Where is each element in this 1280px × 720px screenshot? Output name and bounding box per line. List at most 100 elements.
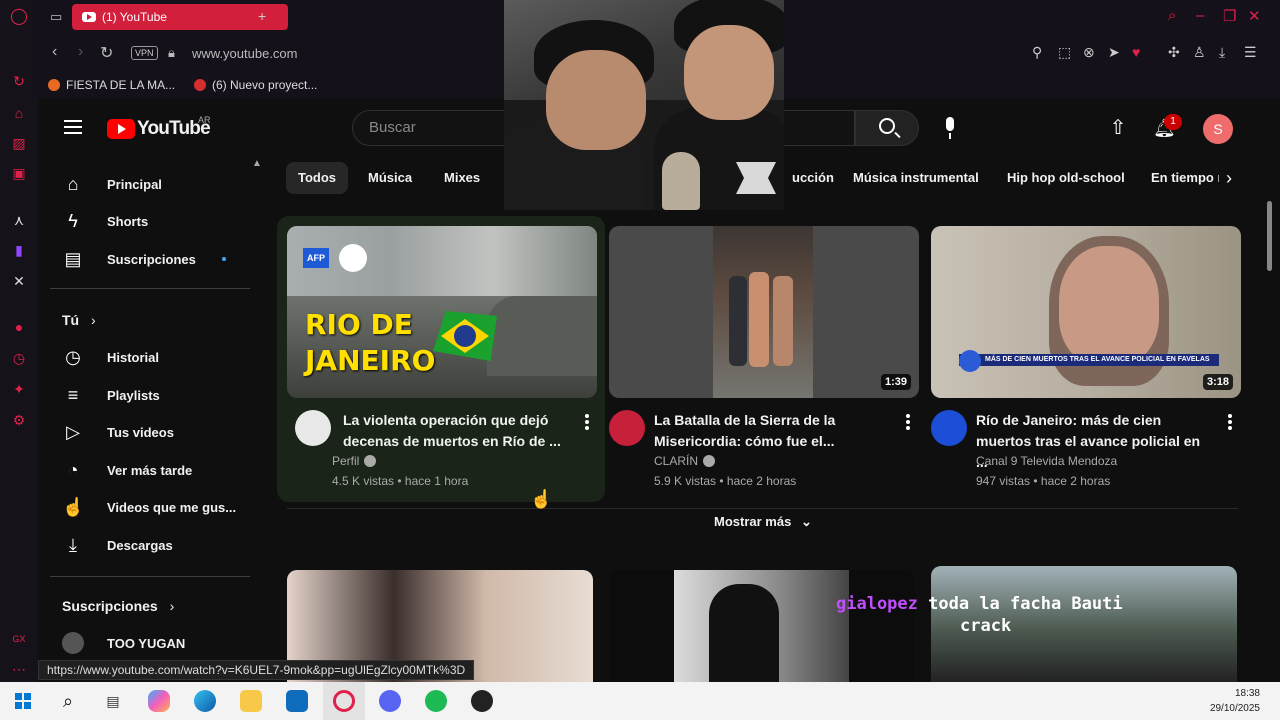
gx-cleaner-icon[interactable]: ▨ [10, 134, 28, 152]
history-rail-icon[interactable]: ◷ [10, 349, 28, 367]
chip-produccion[interactable]: ucción [780, 162, 846, 194]
back-icon[interactable]: ‹ [52, 43, 57, 61]
arc-icon[interactable]: ⋏ [10, 211, 28, 229]
new-tab-icon[interactable]: + [258, 8, 266, 24]
chip-hip-hop-old-school[interactable]: Hip hop old-school [995, 162, 1137, 194]
channel-avatar[interactable] [609, 410, 645, 446]
minimize-icon[interactable]: – [1196, 7, 1204, 24]
file-explorer-icon[interactable] [240, 690, 262, 712]
bookmark-item[interactable]: (6) Nuevo proyect... [194, 78, 317, 92]
more-rail-icon[interactable]: ⋯ [10, 660, 28, 678]
sidebar-item-historial[interactable]: ◷ Historial [38, 338, 258, 376]
account-avatar[interactable]: S [1203, 114, 1233, 144]
sidebar-item-label: Tus videos [107, 424, 174, 440]
bookmark-favicon-icon [194, 79, 206, 91]
heart-icon[interactable]: ♥ [1132, 44, 1140, 60]
sidebar-item-liked-videos[interactable]: ☝ Videos que me gus... [38, 488, 258, 526]
more-options-icon[interactable] [585, 414, 589, 430]
x-icon[interactable]: ✕ [10, 272, 28, 290]
channel-name[interactable]: CLARÍN [654, 454, 716, 468]
snapshot-icon[interactable]: ⬚ [1058, 44, 1071, 61]
record-icon[interactable]: ● [10, 318, 28, 336]
edge-icon[interactable] [194, 690, 216, 712]
discord-icon[interactable] [379, 690, 401, 712]
video-title[interactable]: La Batalla de la Sierra de la Misericord… [654, 410, 882, 452]
more-options-icon[interactable] [1228, 414, 1232, 430]
pin-icon[interactable]: ⚲ [1032, 44, 1042, 61]
channel-name[interactable]: Perfil [332, 454, 377, 468]
youtube-logo[interactable]: YouTube [107, 118, 211, 140]
adblock-icon[interactable]: ⊗ [1083, 44, 1095, 61]
store-sign [726, 232, 806, 252]
search-taskbar-icon[interactable]: ⌕ [57, 690, 79, 712]
task-view-icon[interactable]: ▤ [102, 690, 124, 712]
sidebar-item-suscripciones[interactable]: ▤ Suscripciones [38, 240, 258, 278]
maximize-icon[interactable]: ❐ [1223, 7, 1236, 25]
twitch-icon[interactable]: ▮ [10, 241, 28, 259]
obs-icon[interactable] [471, 690, 493, 712]
tab-youtube[interactable]: (1) YouTube [72, 4, 288, 30]
divider [287, 508, 1238, 509]
lock-icon[interactable]: 🔒︎ [168, 45, 175, 61]
subscription-item[interactable]: TOO YUGAN [38, 624, 258, 662]
video-thumbnail[interactable]: MÁS DE CIEN MUERTOS TRAS EL AVANCE POLIC… [931, 226, 1241, 398]
sidebar-item-label: Historial [107, 349, 160, 365]
video-title[interactable]: La violenta operación que dejó decenas d… [343, 410, 571, 452]
profile-icon[interactable]: ♙ [1193, 44, 1206, 61]
sidebar-item-descargas[interactable]: ⤓ Descargas [38, 526, 258, 564]
sidebar-item-principal[interactable]: ⌂ Principal [38, 165, 258, 203]
bookmark-item[interactable]: FIESTA DE LA MA... [48, 78, 175, 92]
subscriptions-section-title[interactable]: Suscripciones › [62, 598, 174, 614]
windows-start-icon[interactable] [12, 690, 34, 712]
sidebar-item-shorts[interactable]: ϟ Shorts [38, 202, 258, 240]
channel-avatar[interactable] [295, 410, 331, 446]
chips-next-icon[interactable]: › [1226, 168, 1232, 189]
opera-gx-icon[interactable] [333, 690, 355, 712]
channel-avatar[interactable] [931, 410, 967, 446]
chip-musica-instrumental[interactable]: Música instrumental [841, 162, 991, 194]
gx-control-icon[interactable]: ↻ [10, 72, 28, 90]
chip-en-tiempo-real[interactable]: En tiempo r [1139, 162, 1219, 194]
extensions-rail-icon[interactable]: ✦ [10, 380, 28, 398]
gx-corner-icon[interactable]: ⌂ [10, 104, 28, 122]
video-thumbnail[interactable]: AFP RIO DE JANEIRO [287, 226, 597, 398]
copilot-icon[interactable] [148, 690, 170, 712]
outlook-icon[interactable] [286, 690, 308, 712]
your-videos-icon: ▷ [66, 422, 80, 442]
sidebar-item-playlists[interactable]: ≡ Playlists [38, 376, 258, 414]
close-window-icon[interactable]: ✕ [1248, 7, 1261, 25]
gx-label-icon: GX [12, 634, 26, 644]
you-section-title[interactable]: Tú › [62, 312, 96, 328]
opera-logo-icon[interactable]: ◯ [10, 8, 28, 26]
hamburger-menu-icon[interactable] [64, 120, 82, 134]
spotify-icon[interactable] [425, 690, 447, 712]
download-icon[interactable]: ⤓ [1219, 44, 1225, 61]
url-field[interactable]: www.youtube.com [192, 46, 298, 61]
voice-search-icon[interactable] [940, 115, 960, 141]
send-icon[interactable]: ➤ [1108, 44, 1120, 61]
chip-todos[interactable]: Todos [286, 162, 349, 194]
clock[interactable]: 18:38 29/10/2025 [1210, 686, 1260, 716]
channel-name[interactable]: Canal 9 Televida Mendoza [976, 454, 1117, 468]
search-tabs-icon[interactable]: ⌕ [1168, 7, 1176, 24]
sidebar-item-tus-videos[interactable]: ▷ Tus videos [38, 413, 258, 451]
forward-icon[interactable]: › [78, 43, 83, 61]
show-more-button[interactable]: Mostrar más ⌄ [714, 514, 812, 530]
chip-mixes[interactable]: Mixes [432, 162, 492, 194]
settings-rail-icon[interactable]: ⚙ [10, 411, 28, 429]
vpn-badge[interactable]: VPN [131, 46, 158, 60]
menu-icon[interactable]: ☰ [1244, 44, 1257, 61]
page-scrollbar[interactable] [1266, 105, 1274, 682]
chip-musica[interactable]: Música [356, 162, 424, 194]
reload-icon[interactable]: ↻ [100, 43, 113, 63]
new-content-dot [222, 257, 226, 261]
upload-icon[interactable]: ⇧ [1108, 118, 1128, 138]
extensions-icon[interactable]: ✣ [1168, 44, 1180, 61]
more-options-icon[interactable] [906, 414, 910, 430]
sidebar-item-ver-mas-tarde[interactable]: ◔ Ver más tarde [38, 451, 258, 489]
notification-count-badge: 1 [1164, 114, 1182, 130]
gx-music-icon[interactable]: ▣ [10, 164, 28, 182]
video-thumbnail[interactable]: 1:39 [609, 226, 919, 398]
search-button[interactable] [855, 110, 919, 146]
workspace-icon[interactable]: ▭ [50, 9, 62, 25]
